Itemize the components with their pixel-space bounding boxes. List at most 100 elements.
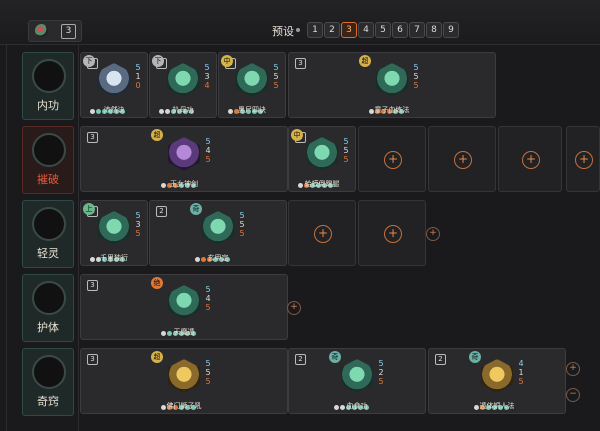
plus-icon[interactable]: + (384, 151, 402, 169)
skill-icon (202, 211, 234, 245)
preset-button-3[interactable]: 3 (341, 22, 357, 38)
skill-slot[interactable]: 1 中 555 蛤蟆倒踢腿 (288, 126, 356, 192)
skill-stats: 415 (518, 359, 524, 386)
skill-level-dots (298, 173, 334, 188)
skill-level-dots (161, 321, 197, 336)
skill-grade-badge: 超 (359, 55, 371, 67)
yin-yang-emblem-icon (35, 24, 48, 37)
category-qingling[interactable]: 轻灵 (22, 200, 74, 268)
skill-grade-badge: 中 (291, 129, 303, 141)
category-emblem-icon (32, 355, 66, 389)
category-emblem-icon (32, 281, 66, 315)
preset-button-4[interactable]: 4 (358, 22, 374, 38)
skill-slot[interactable]: 2 奇 415 遁体铜人法 (428, 348, 566, 414)
skill-grade-badge: 奇 (329, 351, 341, 363)
skill-slot[interactable]: 2 奇 525 血食功 (288, 348, 426, 414)
skill-rank: 3 (87, 280, 98, 291)
skill-level-dots (195, 247, 231, 262)
skill-slot[interactable]: 1 上 535 千里独行 (80, 200, 148, 266)
skill-stats: 545 (205, 137, 211, 164)
skill-name: 黑尸四诀 (238, 106, 266, 114)
empty-skill-slot[interactable]: + (358, 200, 426, 266)
skill-slot[interactable]: 1 中 555 黑尸四诀 (218, 52, 286, 118)
category-label: 奇窍 (37, 395, 59, 408)
empty-skill-slot[interactable]: + (428, 126, 496, 192)
skill-level-dots (159, 99, 195, 114)
skill-name: 遁体铜人法 (479, 402, 515, 410)
skill-icon (98, 63, 130, 97)
add-slot-button[interactable]: + (566, 362, 580, 376)
skill-slot[interactable]: 3 超 555 佛门狮子吼 (80, 348, 288, 414)
skill-stats: 555 (343, 137, 349, 164)
skill-stats: 534 (204, 63, 210, 90)
skill-level-dots (228, 99, 264, 114)
skill-name: 扒母功 (172, 106, 194, 114)
empty-skill-slot[interactable]: + (498, 126, 562, 192)
skill-slot[interactable]: 1 下 534 扒母功 (149, 52, 217, 118)
preset-label: 预设 (272, 25, 294, 38)
skill-stats: 510 (135, 63, 141, 90)
skill-level-dots (334, 395, 370, 410)
skill-stats: 555 (273, 63, 279, 90)
skill-grade-badge: 绝 (151, 277, 163, 289)
plus-icon[interactable]: + (454, 151, 472, 169)
top-counter-box[interactable]: 3 (28, 20, 82, 42)
skill-icon (167, 63, 199, 97)
skill-icon (168, 285, 200, 319)
preset-button-8[interactable]: 8 (426, 22, 442, 38)
plus-icon[interactable]: + (384, 225, 402, 243)
preset-button-5[interactable]: 5 (375, 22, 391, 38)
skill-stats: 555 (239, 211, 245, 238)
skill-rank: 2 (295, 354, 306, 365)
preset-button-2[interactable]: 2 (324, 22, 340, 38)
skill-rank: 2 (435, 354, 446, 365)
skill-rank: 3 (295, 58, 306, 69)
skill-stats: 525 (378, 359, 384, 386)
skill-level-dots (161, 173, 197, 188)
remove-slot-button[interactable]: − (566, 388, 580, 402)
category-label: 内功 (37, 99, 59, 112)
preset-button-1[interactable]: 1 (307, 22, 323, 38)
category-huti[interactable]: 护体 (22, 274, 74, 342)
skill-rank: 2 (156, 206, 167, 217)
category-neigong[interactable]: 内功 (22, 52, 74, 120)
category-label: 轻灵 (37, 247, 59, 260)
skill-grade-badge: 中 (221, 55, 233, 67)
empty-skill-slot[interactable]: + (566, 126, 600, 192)
skill-slot[interactable]: 1 下 510 沛然诀 (80, 52, 148, 118)
skill-level-dots (474, 395, 510, 410)
skill-slot[interactable]: 3 超 545 玉女神剑 (80, 126, 288, 192)
preset-button-9[interactable]: 9 (443, 22, 459, 38)
category-cuipo[interactable]: 摧破 (22, 126, 74, 194)
skill-grade-badge: 上 (83, 203, 95, 215)
category-emblem-icon (32, 59, 66, 93)
skill-slot[interactable]: 3 绝 545 天魔遁 (80, 274, 288, 340)
skill-grade-badge: 超 (151, 351, 163, 363)
preset-button-6[interactable]: 6 (392, 22, 408, 38)
skill-slot[interactable]: 2 奇 555 玄甲定 (149, 200, 287, 266)
skill-icon (306, 137, 338, 171)
plus-icon[interactable]: + (314, 225, 332, 243)
category-label: 护体 (37, 321, 59, 334)
skill-rank: 3 (87, 354, 98, 365)
add-slot-button[interactable]: + (426, 227, 440, 241)
plus-icon[interactable]: + (522, 151, 540, 169)
empty-skill-slot[interactable]: + (288, 200, 356, 266)
skill-level-dots (161, 395, 197, 410)
skill-name: 玉女神剑 (170, 180, 198, 188)
preset-dot-icon (296, 28, 300, 32)
skill-stats: 545 (205, 285, 211, 312)
add-slot-button[interactable]: + (287, 301, 301, 315)
skill-level-dots (369, 99, 405, 114)
skill-grade-badge: 超 (151, 129, 163, 141)
skill-name: 血食功 (346, 402, 368, 410)
category-qiqiao[interactable]: 奇窍 (22, 348, 74, 416)
skill-slot[interactable]: 3 超 555 童子血练法 (288, 52, 496, 118)
skill-name: 沛然诀 (103, 106, 125, 114)
category-emblem-icon (32, 207, 66, 241)
preset-button-7[interactable]: 7 (409, 22, 425, 38)
plus-icon[interactable]: + (575, 151, 593, 169)
category-emblem-icon (32, 133, 66, 167)
top-bar: 3 预设 1 2 3 4 5 6 7 8 9 (0, 0, 600, 45)
empty-skill-slot[interactable]: + (358, 126, 426, 192)
